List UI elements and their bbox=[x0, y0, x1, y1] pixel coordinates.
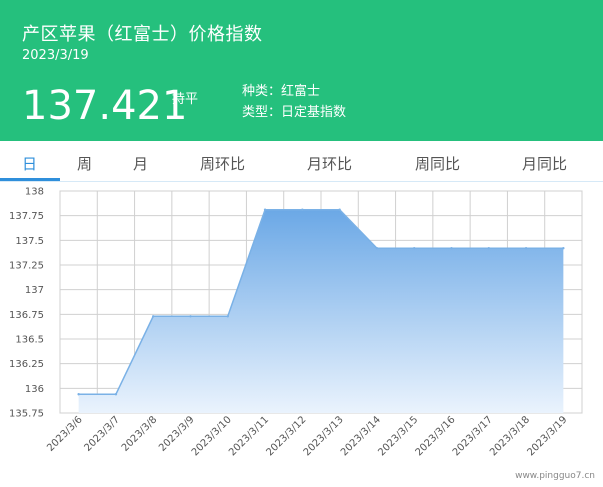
data-point bbox=[338, 208, 341, 211]
tab-week-over-week[interactable]: 周环比 bbox=[200, 153, 245, 174]
type-value: 日定基指数 bbox=[281, 105, 347, 120]
data-point bbox=[114, 393, 118, 396]
y-tick-label: 136.5 bbox=[15, 335, 44, 346]
x-tick-label: 2023/3/6 bbox=[45, 414, 85, 454]
date-label: 2023/3/19 bbox=[22, 48, 89, 63]
watermark: www.pingguo7.cn bbox=[515, 471, 595, 481]
y-tick-label: 137.5 bbox=[15, 236, 44, 247]
data-point bbox=[524, 247, 528, 250]
variety-info: 种类：红富士 bbox=[242, 80, 320, 99]
data-point bbox=[450, 247, 453, 250]
y-tick-label: 137 bbox=[25, 285, 44, 296]
x-tick-label: 2023/3/9 bbox=[157, 414, 197, 454]
tab-day[interactable]: 日 bbox=[22, 153, 37, 174]
trend-label: 持平 bbox=[172, 92, 199, 107]
price-value: 137.421 bbox=[22, 83, 188, 129]
tab-month-over-month[interactable]: 月环比 bbox=[307, 153, 352, 174]
y-tick-label: 136.75 bbox=[9, 310, 44, 321]
tab-bar: 日 周 月 周环比 月环比 周同比 月同比 bbox=[0, 141, 603, 182]
data-point bbox=[263, 208, 267, 211]
data-point bbox=[152, 315, 155, 318]
data-point bbox=[375, 247, 379, 250]
data-point bbox=[77, 393, 80, 396]
type-info: 类型：日定基指数 bbox=[242, 101, 346, 120]
y-tick-label: 135.75 bbox=[9, 409, 44, 420]
variety-value: 红富士 bbox=[281, 84, 321, 99]
price-chart: 138 137.75 137.5 137.25 137 136.75 136.5 136.25… bbox=[9, 187, 583, 458]
y-tick-label: 137.25 bbox=[9, 261, 44, 272]
type-label: 类型： bbox=[242, 105, 282, 120]
header: 产区苹果（红富士）价格指数 2023/3/19 137.421 持平 种类：红富… bbox=[0, 0, 603, 141]
y-tick-label: 136 bbox=[25, 384, 44, 395]
tab-month[interactable]: 月 bbox=[133, 153, 148, 174]
y-tick-label: 138 bbox=[25, 187, 44, 198]
page-title: 产区苹果（红富士）价格指数 bbox=[22, 24, 263, 45]
data-point bbox=[487, 247, 490, 250]
tab-week-year-over-year[interactable]: 周同比 bbox=[415, 153, 460, 174]
data-point bbox=[189, 315, 192, 318]
variety-label: 种类： bbox=[242, 84, 282, 99]
data-point bbox=[562, 247, 565, 250]
data-point bbox=[226, 315, 229, 318]
x-tick-label: 2023/3/8 bbox=[120, 414, 160, 454]
x-tick-label: 2023/3/7 bbox=[83, 414, 123, 454]
y-tick-label: 136.25 bbox=[9, 359, 44, 370]
data-point bbox=[301, 208, 304, 211]
data-point bbox=[413, 247, 416, 250]
x-tick-label: 2023/3/19 bbox=[525, 414, 569, 458]
tab-week[interactable]: 周 bbox=[77, 153, 92, 174]
y-tick-label: 137.75 bbox=[9, 211, 44, 222]
tab-month-year-over-year[interactable]: 月同比 bbox=[522, 153, 567, 174]
